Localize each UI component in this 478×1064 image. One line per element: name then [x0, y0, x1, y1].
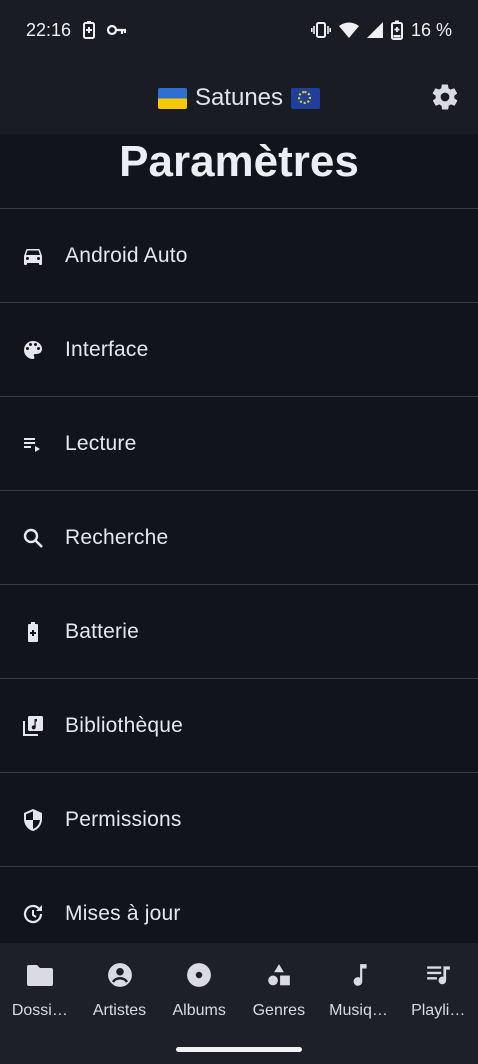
status-right: 16 % — [310, 19, 452, 41]
nav-label: Genres — [252, 1002, 306, 1019]
settings-item-batterie[interactable]: Batterie — [0, 584, 478, 678]
nav-label: Albums — [172, 1002, 226, 1019]
settings-item-label: Interface — [65, 337, 149, 361]
settings-item-android-auto[interactable]: Android Auto — [0, 208, 478, 302]
page-title: Paramètres — [119, 137, 359, 186]
folder-icon — [26, 961, 54, 989]
signal-icon — [366, 22, 383, 38]
settings-item-recherche[interactable]: Recherche — [0, 490, 478, 584]
app-name: Satunes — [194, 84, 284, 111]
shield-icon — [20, 807, 46, 833]
settings-item-label: Permissions — [65, 807, 182, 831]
vibrate-icon — [310, 22, 331, 38]
wifi-icon — [338, 22, 359, 38]
battery-icon — [390, 20, 403, 40]
settings-item-lecture[interactable]: Lecture — [0, 396, 478, 490]
battery-saver-icon — [83, 21, 96, 39]
settings-item-label: Mises à jour — [65, 901, 181, 925]
library-music-icon — [20, 713, 46, 739]
queue-music-icon — [424, 961, 452, 989]
battery-charging-icon — [20, 619, 46, 645]
music-note-icon — [345, 961, 373, 989]
settings-item-label: Bibliothèque — [65, 713, 183, 737]
status-bar: 22:16 16 % — [0, 0, 478, 60]
search-icon — [20, 525, 46, 551]
settings-item-label: Android Auto — [65, 243, 188, 267]
settings-list: Android Auto Interface Lecture Recherche… — [0, 208, 478, 960]
nav-label: Musiq… — [329, 1002, 388, 1019]
account-circle-icon — [106, 961, 134, 989]
update-icon — [20, 901, 46, 927]
ukraine-flag-icon — [157, 87, 187, 109]
settings-item-bibliotheque[interactable]: Bibliothèque — [0, 678, 478, 772]
gear-icon — [430, 84, 460, 116]
nav-item-dossiers[interactable]: Dossi… — [0, 943, 80, 1031]
settings-item-permissions[interactable]: Permissions — [0, 772, 478, 866]
nav-item-albums[interactable]: Albums — [159, 943, 239, 1031]
app-title: Satunes — [157, 84, 321, 112]
category-icon — [265, 961, 293, 989]
car-icon — [20, 243, 46, 269]
battery-percent: 16 % — [410, 19, 452, 40]
bottom-navigation: Dossi… Artistes Albums Genres Musiq… Pla… — [0, 943, 478, 1064]
key-icon — [107, 24, 127, 36]
album-icon — [185, 961, 213, 989]
nav-label: Artistes — [92, 1002, 147, 1019]
top-app-bar: Satunes — [0, 60, 478, 134]
home-indicator[interactable] — [176, 1047, 302, 1052]
playlist-play-icon — [20, 431, 46, 457]
palette-icon — [20, 337, 46, 363]
eu-flag-icon — [291, 87, 321, 109]
nav-item-musiques[interactable]: Musiq… — [319, 943, 399, 1031]
nav-item-playlists[interactable]: Playli… — [398, 943, 478, 1031]
bottom-nav-items: Dossi… Artistes Albums Genres Musiq… Pla… — [0, 943, 478, 1031]
settings-item-interface[interactable]: Interface — [0, 302, 478, 396]
settings-item-label: Batterie — [65, 619, 139, 643]
nav-label: Dossi… — [11, 1002, 68, 1019]
settings-button[interactable] — [430, 82, 460, 112]
nav-item-artistes[interactable]: Artistes — [80, 943, 160, 1031]
nav-item-genres[interactable]: Genres — [239, 943, 319, 1031]
status-left: 22:16 — [26, 20, 127, 41]
status-time: 22:16 — [26, 19, 72, 40]
settings-item-label: Recherche — [65, 525, 169, 549]
nav-label: Playli… — [411, 1002, 466, 1019]
settings-item-label: Lecture — [65, 431, 137, 455]
